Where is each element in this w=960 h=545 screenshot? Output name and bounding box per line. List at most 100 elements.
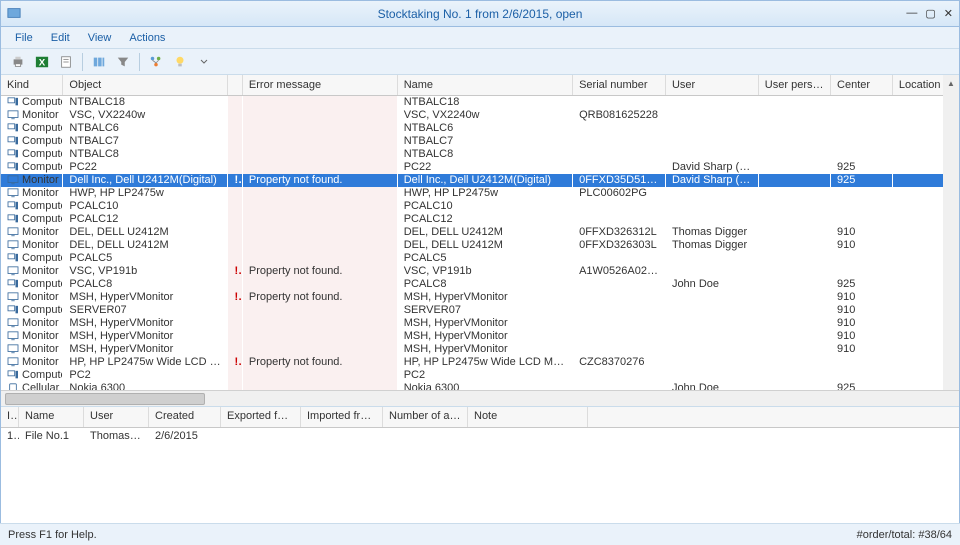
excel-button[interactable]: X [31,52,53,72]
grid-header-row[interactable]: Kind Object Error message Name Serial nu… [1,75,959,95]
error-icon [228,239,242,252]
cell-center: 925 [831,278,893,291]
error-icon [228,304,242,317]
close-button[interactable]: ✕ [944,7,953,20]
file-row[interactable]: 1 File No.1 Thomas Di... 2/6/2015 [1,428,959,444]
report-button[interactable] [55,52,77,72]
col-created[interactable]: Created [149,407,221,427]
table-row[interactable]: MonitorMSH, HyperVMonitorMSH, HyperVMoni… [1,343,959,356]
cell-center: 925 [831,174,893,187]
col-note[interactable]: Note [468,407,588,427]
col-file-user[interactable]: User [84,407,149,427]
col-center[interactable]: Center [831,75,893,95]
minimize-button[interactable]: — [906,7,917,20]
table-row[interactable]: MonitorVSC, VX2240wVSC, VX2240wQRB081625… [1,109,959,122]
col-object[interactable]: Object [63,75,228,95]
table-row[interactable]: MonitorMSH, HyperVMonitorMSH, HyperVMoni… [1,330,959,343]
table-row[interactable]: MonitorMSH, HyperVMonitorMSH, HyperVMoni… [1,317,959,330]
cell-error [242,148,397,161]
cell-name: Dell Inc., Dell U2412M(Digital) [397,174,572,187]
cell-serial [573,304,666,317]
dropdown-button[interactable] [193,52,215,72]
table-row[interactable]: ComputerPCALC12PCALC12 [1,213,959,226]
menu-actions[interactable]: Actions [121,29,173,47]
cell-user [665,304,758,317]
table-row[interactable]: MonitorDEL, DELL U2412MDEL, DELL U2412M0… [1,226,959,239]
col-user[interactable]: User [665,75,758,95]
filter-button[interactable] [112,52,134,72]
table-row[interactable]: ComputerNTBALC8NTBALC8 [1,148,959,161]
table-row[interactable]: MonitorMSH, HyperVMonitor!Property not f… [1,291,959,304]
columns-button[interactable] [88,52,110,72]
cell-persona [758,278,830,291]
cell-center [831,135,893,148]
error-icon [228,252,242,265]
cell-user [665,122,758,135]
cell-serial [573,278,666,291]
menu-view[interactable]: View [80,29,120,47]
table-row[interactable]: MonitorVSC, VP191b!Property not found.VS… [1,265,959,278]
table-row[interactable]: MonitorHWP, HP LP2475wHWP, HP LP2475wPLC… [1,187,959,200]
table-row[interactable]: ComputerNTBALC18NTBALC18 [1,95,959,109]
cell-name: HP, HP LP2475w Wide LCD Monitor [397,356,572,369]
table-row[interactable]: MonitorDell Inc., Dell U2412M(Digital)!P… [1,174,959,187]
table-row[interactable]: ComputerPC2PC2 [1,369,959,382]
error-icon: ! [228,291,242,304]
vertical-scrollbar[interactable]: ▲ [943,75,959,390]
cell-object: MSH, HyperVMonitor [63,291,228,304]
cell-name: MSH, HyperVMonitor [397,317,572,330]
col-error[interactable]: Error message [242,75,397,95]
col-serial[interactable]: Serial number [573,75,666,95]
table-row[interactable]: MonitorDEL, DELL U2412MDEL, DELL U2412M0… [1,239,959,252]
table-row[interactable]: ComputerNTBALC6NTBALC6 [1,122,959,135]
horizontal-scrollbar[interactable] [1,390,959,406]
cell-kind: Monitor [1,226,63,239]
cell-serial [573,317,666,330]
cell-persona [758,174,830,187]
cell-center [831,213,893,226]
table-row[interactable]: MonitorHP, HP LP2475w Wide LCD Monitor!P… [1,356,959,369]
table-row[interactable]: ComputerPCALC5PCALC5 [1,252,959,265]
col-imported[interactable]: Imported from ... [301,407,383,427]
col-number[interactable]: Number of ass... [383,407,468,427]
cell-kind: Computer [1,161,63,174]
col-name[interactable]: Name [397,75,572,95]
col-kind[interactable]: Kind [1,75,63,95]
cell-center [831,252,893,265]
cell-persona [758,239,830,252]
table-row[interactable]: Cellular ...Nokia 6300Nokia 6300John Doe… [1,382,959,391]
cell-error: Property not found. [242,265,397,278]
col-file-name[interactable]: Name [19,407,84,427]
table-row[interactable]: ComputerPCALC8PCALC8John Doe925 [1,278,959,291]
tree-button[interactable] [145,52,167,72]
table-row[interactable]: ComputerSERVER07SERVER07910 [1,304,959,317]
menu-edit[interactable]: Edit [43,29,78,47]
table-row[interactable]: ComputerPCALC10PCALC10 [1,200,959,213]
main-grid[interactable]: Kind Object Error message Name Serial nu… [1,75,959,390]
print-button[interactable] [7,52,29,72]
bulb-button[interactable] [169,52,191,72]
error-icon [228,382,242,391]
cell-user [665,95,758,109]
col-index[interactable]: I.. [1,407,19,427]
cell-name: VSC, VX2240w [397,109,572,122]
cell-kind: Monitor [1,317,63,330]
maximize-button[interactable]: ▢ [925,7,935,20]
error-icon: ! [228,356,242,369]
cell-error [242,382,397,391]
cell-persona [758,187,830,200]
col-err-icon[interactable] [228,75,242,95]
col-persona[interactable]: User persona... [758,75,830,95]
table-row[interactable]: ComputerPC22PC22David Sharp (Demo)925 [1,161,959,174]
error-icon [228,95,242,109]
files-header-row[interactable]: I.. Name User Created Exported for re...… [1,407,959,428]
cell-center [831,265,893,278]
col-exported[interactable]: Exported for re... [221,407,301,427]
table-row[interactable]: ComputerNTBALC7NTBALC7 [1,135,959,148]
cell-error [242,200,397,213]
menu-file[interactable]: File [7,29,41,47]
cell-serial: PLC00602PG [573,187,666,200]
title-bar: Stocktaking No. 1 from 2/6/2015, open — … [1,1,959,27]
cell-serial [573,200,666,213]
cell-center: 910 [831,239,893,252]
